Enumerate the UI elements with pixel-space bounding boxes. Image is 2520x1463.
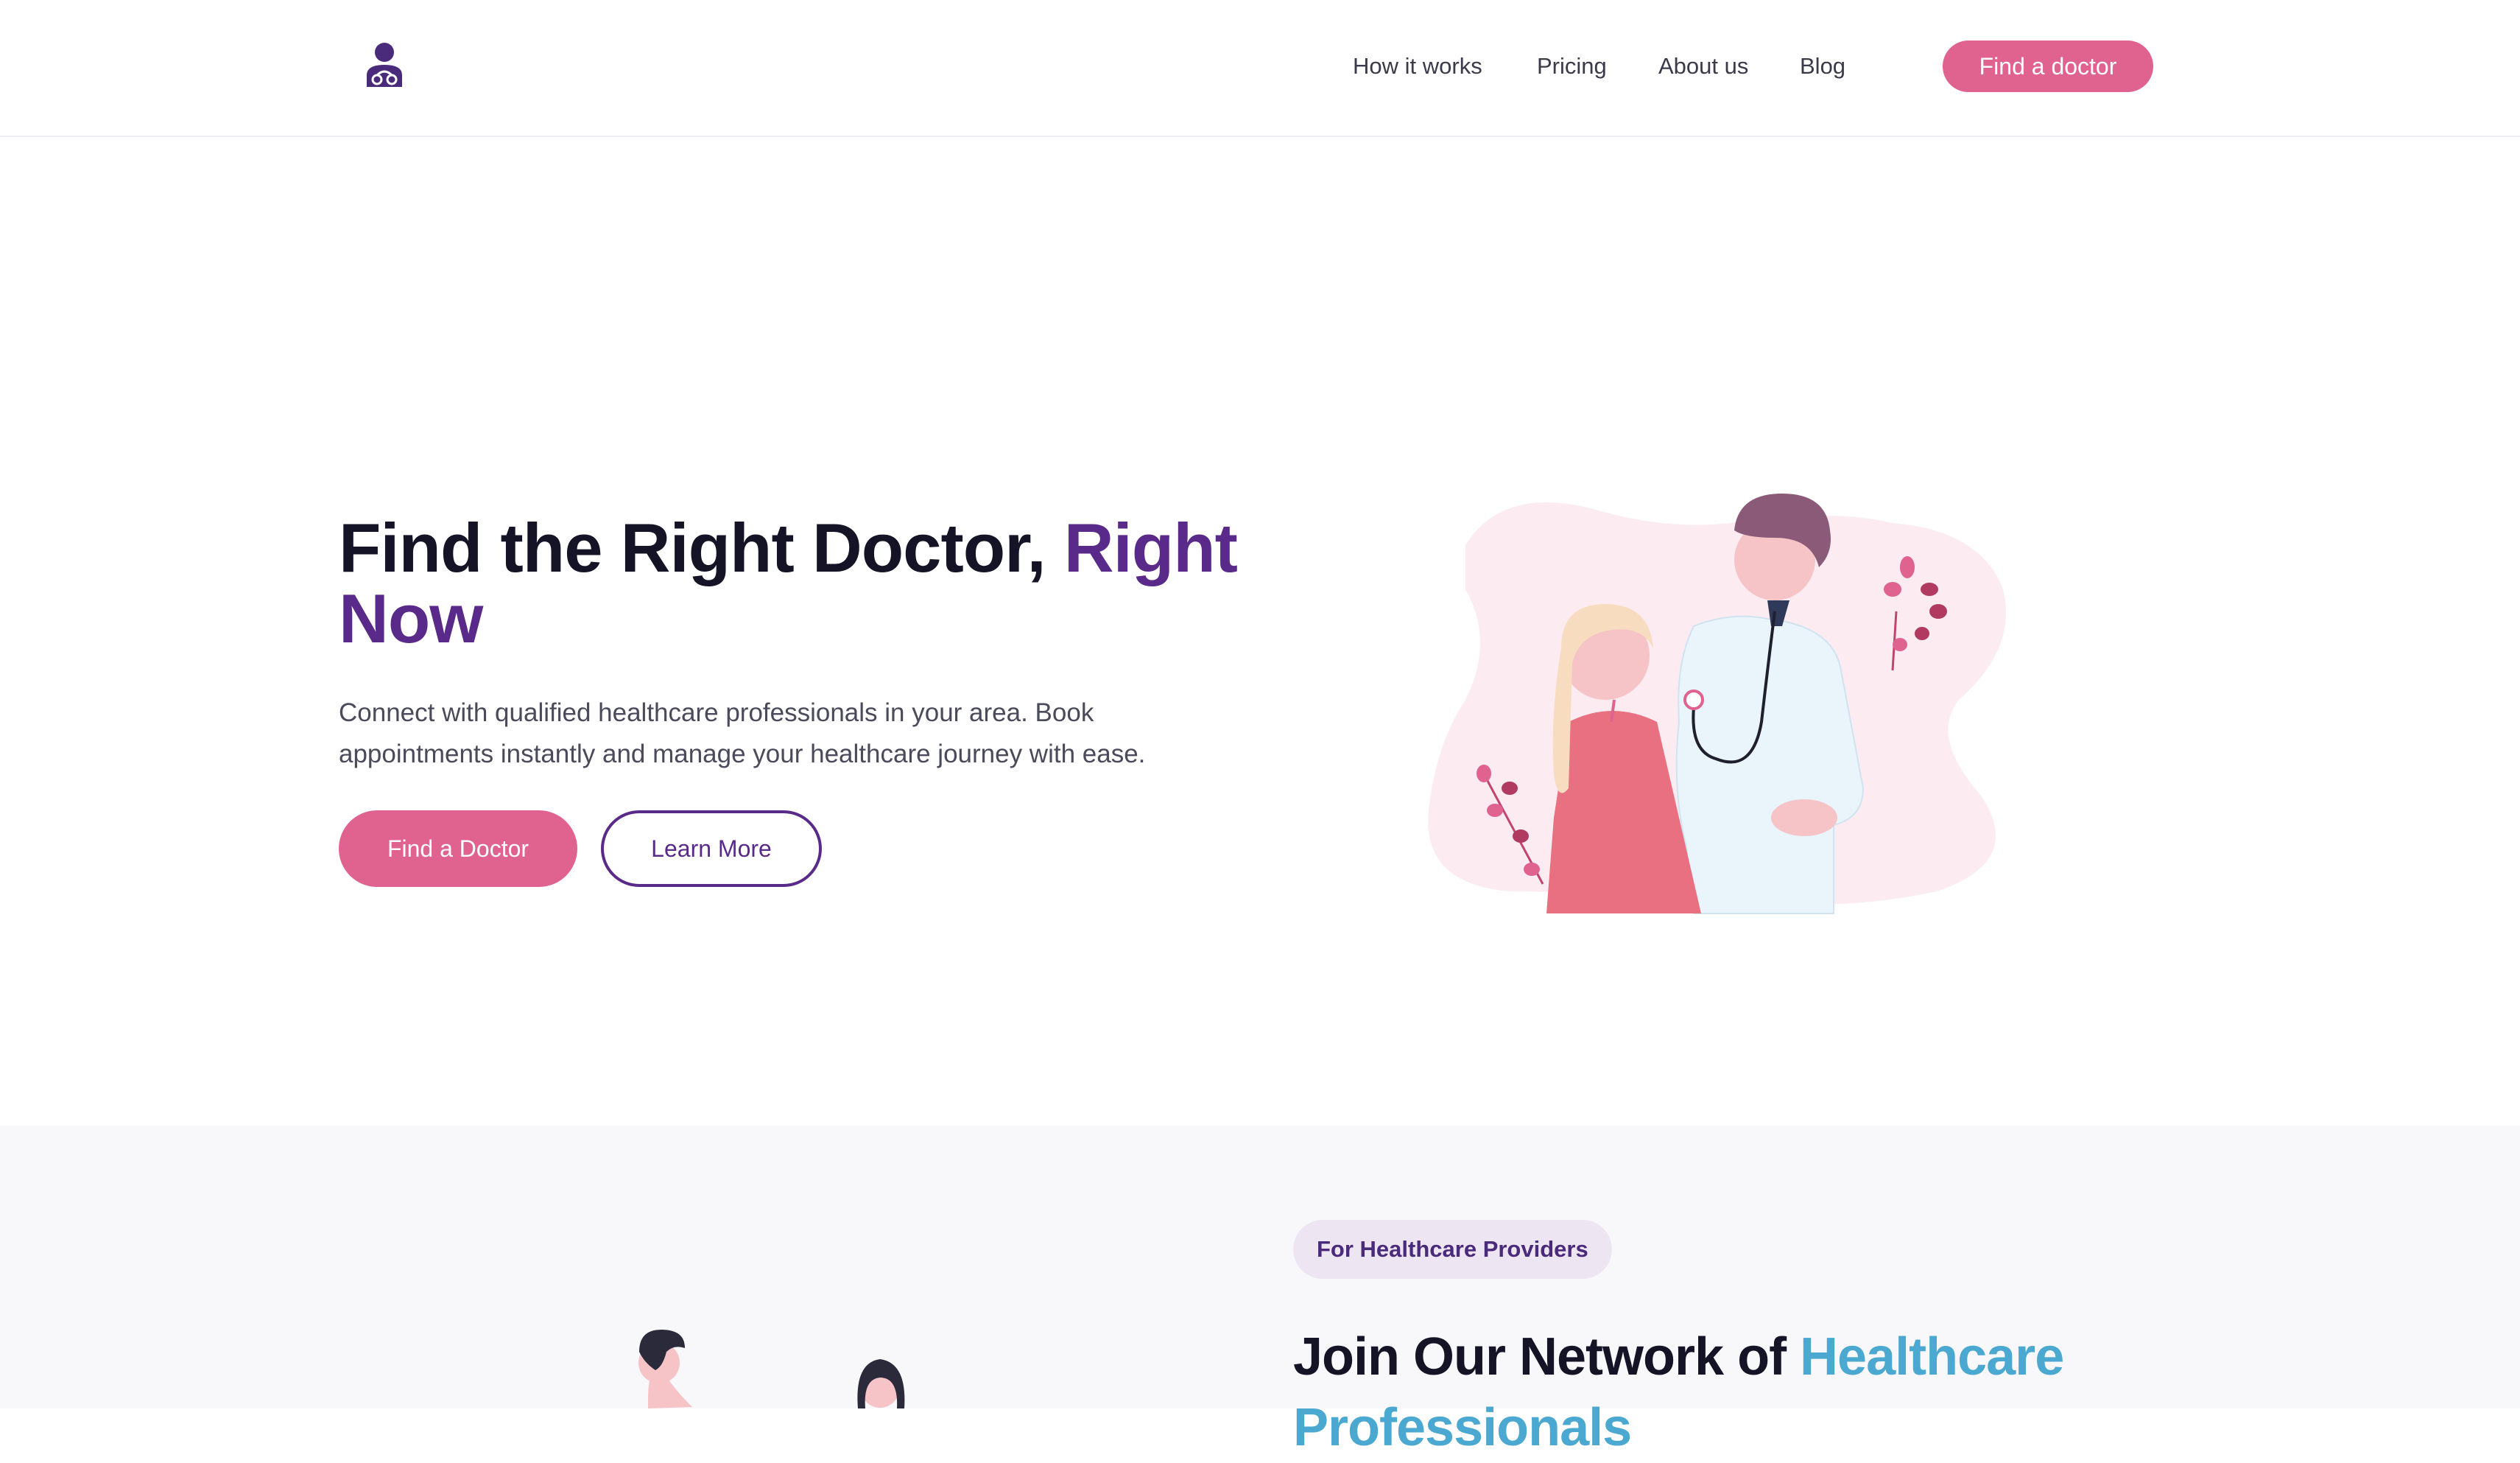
find-doctor-nav-button[interactable]: Find a doctor — [1943, 41, 2153, 92]
find-doctor-button[interactable]: Find a Doctor — [339, 810, 577, 887]
nav-about-us[interactable]: About us — [1658, 53, 1748, 80]
providers-badge: For Healthcare Providers — [1293, 1220, 1612, 1279]
nav-blog[interactable]: Blog — [1800, 53, 1845, 80]
learn-more-button[interactable]: Learn More — [601, 810, 822, 887]
hero-title: Find the Right Doctor, Right Now — [339, 513, 1296, 654]
providers-title: Join Our Network of Healthcare Professio… — [1293, 1322, 2398, 1463]
hero-title-main: Find the Right Doctor, — [339, 509, 1064, 586]
nav-how-it-works[interactable]: How it works — [1353, 53, 1482, 80]
hero-description: Connect with qualified healthcare profes… — [339, 698, 1146, 768]
doctor-patient-illustration — [1421, 479, 2040, 921]
providers-title-main: Join Our Network of — [1293, 1327, 1801, 1386]
healthcare-team-illustration — [604, 1319, 943, 1408]
site-header: How it works Pricing About us Blog Find … — [0, 0, 2520, 137]
doctor-logo-icon[interactable] — [362, 41, 406, 90]
nav-pricing[interactable]: Pricing — [1537, 53, 1607, 80]
